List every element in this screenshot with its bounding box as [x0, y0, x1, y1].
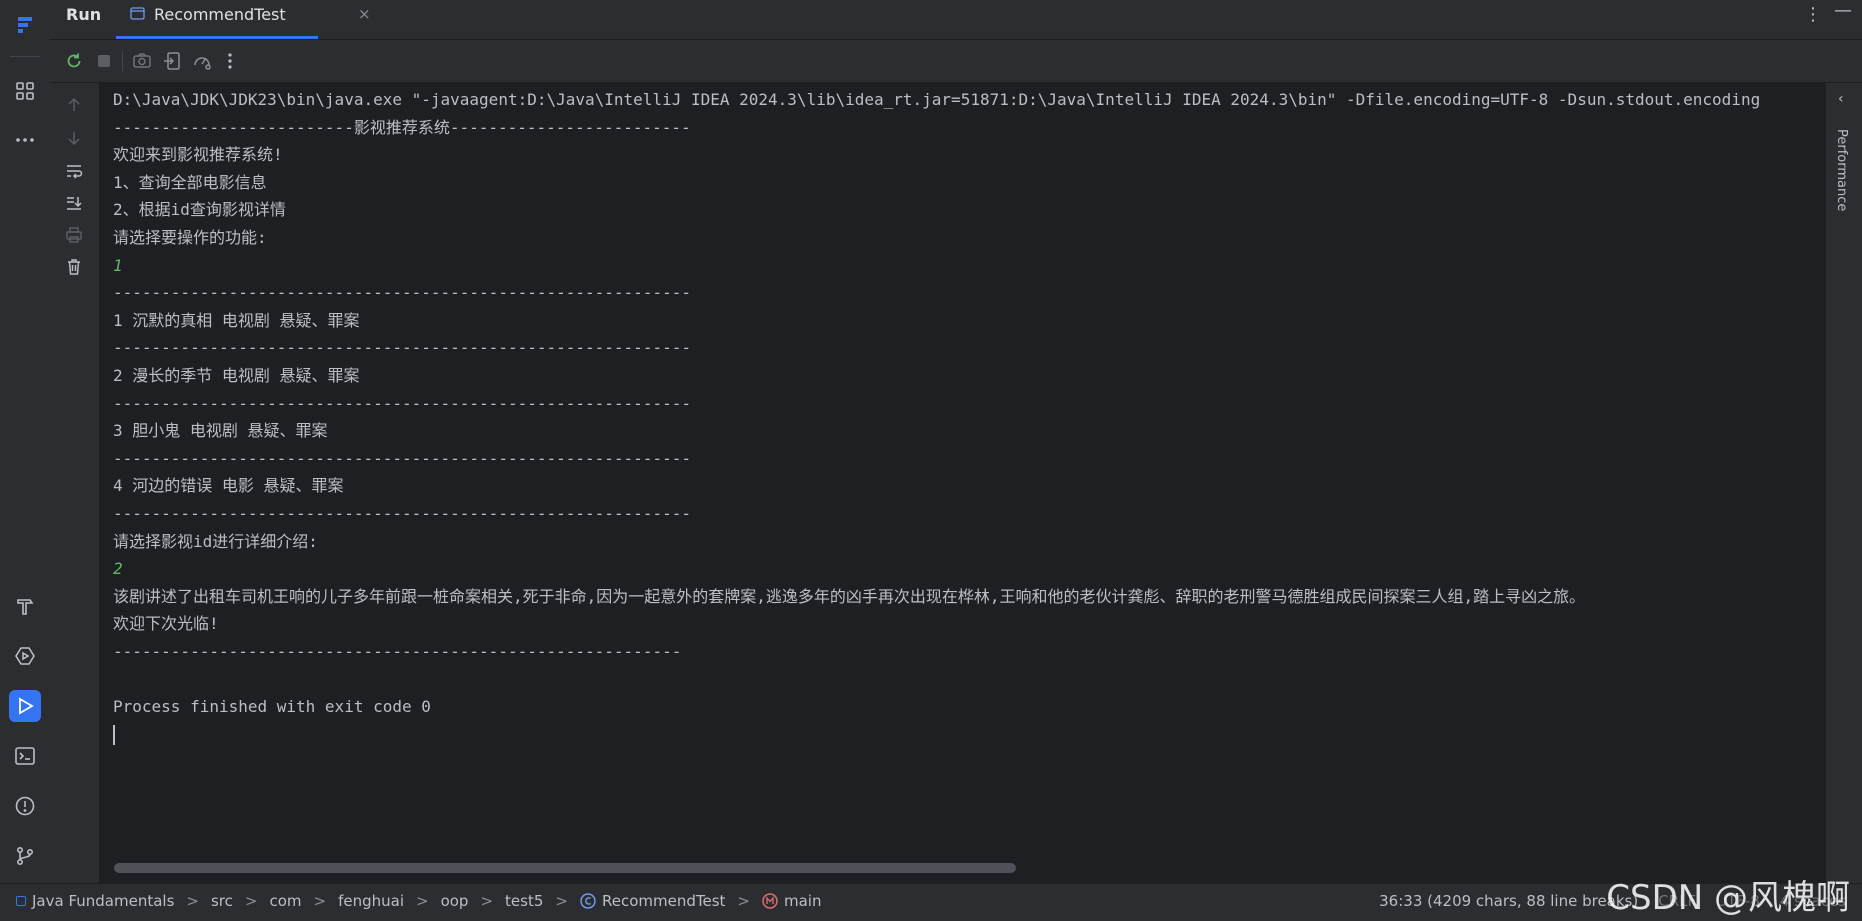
run-config-icon	[130, 7, 145, 20]
text-cursor	[113, 725, 115, 746]
console-line: 4 河边的错误 电影 悬疑、罪案	[113, 476, 344, 496]
restore-layout-icon[interactable]	[160, 49, 184, 73]
breadcrumb-separator: >	[416, 892, 429, 910]
breadcrumb: Java Fundamentals > src > com > fenghuai…	[16, 892, 821, 910]
chevron-left-icon[interactable]: ‹	[1838, 91, 1844, 107]
console-line: Process finished with exit code 0	[113, 697, 431, 717]
scroll-up-icon[interactable]	[62, 93, 86, 117]
problems-icon[interactable]	[9, 790, 41, 822]
clear-all-icon[interactable]	[62, 255, 86, 279]
tab-recommendtest[interactable]: RecommendTest ×	[116, 0, 371, 39]
breadcrumb-separator: >	[244, 892, 258, 910]
services-icon[interactable]	[9, 640, 41, 672]
console-line: ----------------------------------------…	[113, 641, 682, 661]
build-icon[interactable]	[9, 590, 41, 622]
breadcrumb-separator: >	[313, 892, 327, 910]
terminal-icon[interactable]	[9, 740, 41, 772]
breadcrumb-item-class[interactable]: RecommendTest	[580, 892, 725, 910]
status-bar: Java Fundamentals > src > com > fenghuai…	[0, 883, 1862, 921]
console-line: ----------------------------------------…	[113, 448, 691, 468]
scroll-down-icon[interactable]	[62, 126, 86, 150]
console-line: 欢迎下次光临!	[113, 614, 219, 634]
console-output[interactable]: D:\Java\JDK\JDK23\bin\java.exe "-javaage…	[100, 83, 1826, 873]
breadcrumb-item-module[interactable]: Java Fundamentals	[16, 892, 174, 910]
console-cursor-line[interactable]	[113, 721, 1826, 749]
console-line: 1、查询全部电影信息	[113, 172, 267, 192]
console-line: ----------------------------------------…	[113, 283, 691, 303]
console-actions-gutter	[50, 83, 100, 883]
console-line: 该剧讲述了出租车司机王响的儿子多年前跟一桩命案相关,死于非命,因为一起意外的套牌…	[113, 586, 1586, 606]
console-line: 2、根据id查询影视详情	[113, 200, 286, 220]
run-tool-window-title: Run	[66, 5, 102, 24]
console-line: 1 沉默的真相 电视剧 悬疑、罪案	[113, 310, 360, 330]
more-options-icon[interactable]: ⋮	[1804, 4, 1822, 25]
console-lines: D:\Java\JDK\JDK23\bin\java.exe "-javaage…	[113, 86, 1826, 748]
console-line: 欢迎来到影视推荐系统!	[113, 145, 283, 165]
console-input-line: 2	[113, 559, 123, 579]
breadcrumb-item-method[interactable]: main	[762, 892, 821, 910]
class-icon	[580, 893, 596, 909]
console-line: 3 胆小鬼 电视剧 悬疑、罪案	[113, 421, 328, 441]
console-line: ----------------------------------------…	[113, 338, 691, 358]
run-toolbar	[50, 40, 1862, 83]
console-line: 2 漫长的季节 电视剧 悬疑、罪案	[113, 365, 360, 385]
module-icon	[16, 896, 26, 906]
breadcrumb-item-fenghuai[interactable]: fenghuai	[338, 892, 404, 910]
horizontal-scrollbar[interactable]	[114, 863, 1016, 873]
breadcrumb-item-test5[interactable]: test5	[505, 892, 543, 910]
more-icon[interactable]	[9, 124, 41, 156]
breadcrumb-item-oop[interactable]: oop	[441, 892, 469, 910]
scroll-to-end-icon[interactable]	[62, 191, 86, 215]
rerun-icon[interactable]	[62, 49, 86, 73]
console-line: -------------------------影视推荐系统---------…	[113, 117, 691, 137]
console-line: ----------------------------------------…	[113, 393, 691, 413]
minimize-icon[interactable]: —	[1834, 0, 1852, 21]
more-options-icon[interactable]	[218, 49, 242, 73]
close-icon[interactable]: ×	[358, 5, 371, 23]
right-tool-strip: ‹ Performance	[1825, 83, 1862, 883]
print-icon[interactable]	[62, 223, 86, 247]
breadcrumb-item-src[interactable]: src	[211, 892, 233, 910]
console-input-line: 1	[113, 255, 123, 275]
git-icon[interactable]	[9, 840, 41, 872]
stop-icon[interactable]	[92, 49, 116, 73]
watermark: CSDN @风槐啊	[1606, 878, 1850, 918]
breadcrumb-separator: >	[186, 892, 199, 910]
breadcrumb-separator: >	[737, 892, 750, 910]
run-icon[interactable]	[9, 690, 41, 722]
method-icon	[762, 893, 778, 909]
run-tab-bar: Run RecommendTest × ⋮ —	[50, 0, 1862, 40]
performance-tab[interactable]: Performance	[1834, 129, 1849, 211]
app-logo-icon[interactable]	[9, 8, 41, 40]
breadcrumb-item-com[interactable]: com	[269, 892, 301, 910]
console-line: 请选择影视id进行详细介绍:	[113, 531, 318, 551]
console-line: D:\Java\JDK\JDK23\bin\java.exe "-javaage…	[113, 90, 1761, 109]
screenshot-icon[interactable]	[130, 49, 154, 73]
console-line: ----------------------------------------…	[113, 503, 691, 523]
project-structure-icon[interactable]	[9, 75, 41, 107]
active-tab-indicator	[116, 36, 318, 39]
tab-label: RecommendTest	[154, 5, 286, 24]
breadcrumb-separator: >	[480, 892, 494, 910]
profiler-icon[interactable]	[190, 49, 214, 73]
breadcrumb-separator: >	[555, 892, 568, 910]
soft-wrap-icon[interactable]	[62, 159, 86, 183]
tool-window-strip	[0, 0, 51, 884]
caret-position[interactable]: 36:33 (4209 chars, 88 line breaks)	[1379, 892, 1638, 910]
console-line: 请选择要操作的功能:	[113, 227, 267, 247]
